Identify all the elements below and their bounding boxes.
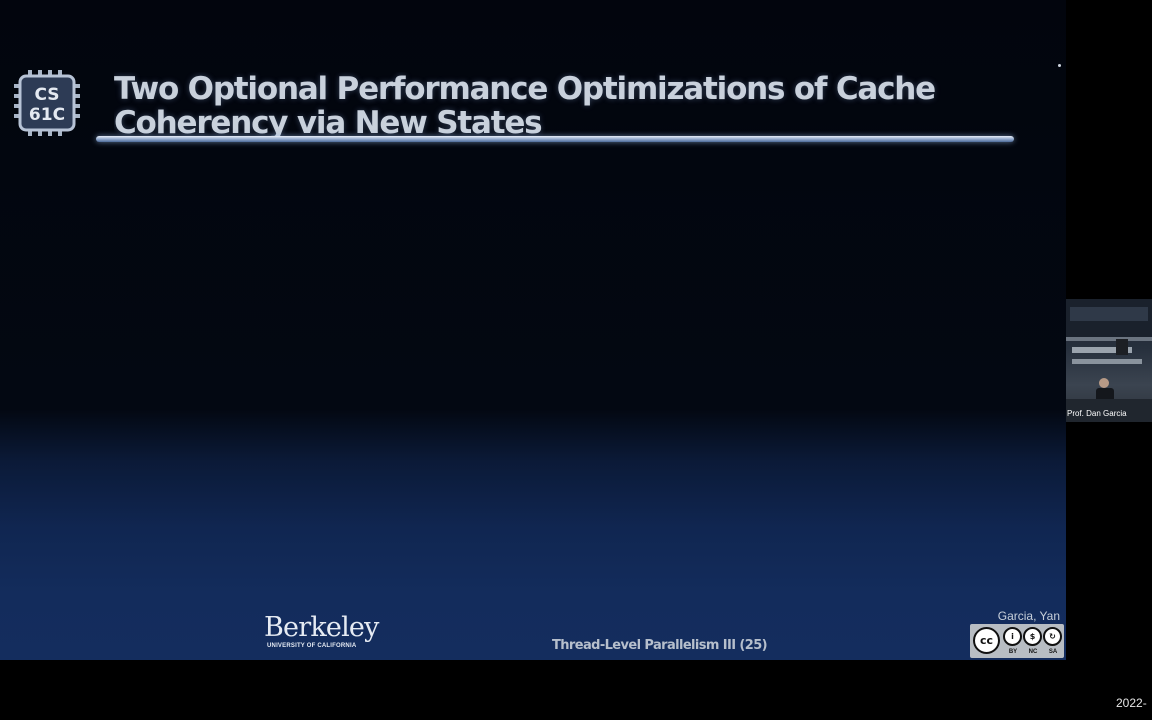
title-underline	[96, 136, 1014, 142]
slide-authors: Garcia, Yan	[997, 609, 1060, 623]
creative-commons-badge: cc i $ ↻ BY NC SA	[970, 624, 1064, 658]
berkeley-wordmark: Berkeley	[264, 612, 379, 643]
timestamp: 2022-	[1116, 696, 1147, 710]
lecture-viewer: CS 61C Two Optional Performance Optimiza…	[0, 0, 1152, 720]
slide-title: Two Optional Performance Optimizations o…	[114, 72, 936, 138]
speaker-video-thumbnail[interactable]: Prof. Dan Garcia	[1066, 299, 1152, 422]
speaker-name-label: Prof. Dan Garcia	[1067, 409, 1127, 418]
lecture-footer: Thread-Level Parallelism III (25)	[552, 638, 768, 653]
logo-line2: 61C	[29, 105, 65, 125]
noncommercial-icon: $	[1023, 627, 1042, 646]
cc-label-by: BY	[1008, 649, 1018, 655]
classroom-scene	[1066, 299, 1152, 422]
berkeley-subtitle: UNIVERSITY OF CALIFORNIA	[267, 643, 357, 649]
cc-label-sa: SA	[1048, 649, 1058, 655]
slide: CS 61C Two Optional Performance Optimiza…	[0, 0, 1066, 660]
attribution-icon: i	[1003, 627, 1022, 646]
cc-icon: cc	[973, 627, 1000, 654]
berkeley-logo: Berkeley UNIVERSITY OF CALIFORNIA	[264, 614, 384, 654]
sharealike-icon: ↻	[1043, 627, 1062, 646]
cc-label-nc: NC	[1028, 649, 1038, 655]
cs61c-chip-logo: CS 61C	[14, 70, 80, 136]
logo-line1: CS	[34, 85, 59, 105]
pointer-dot	[1058, 64, 1061, 67]
